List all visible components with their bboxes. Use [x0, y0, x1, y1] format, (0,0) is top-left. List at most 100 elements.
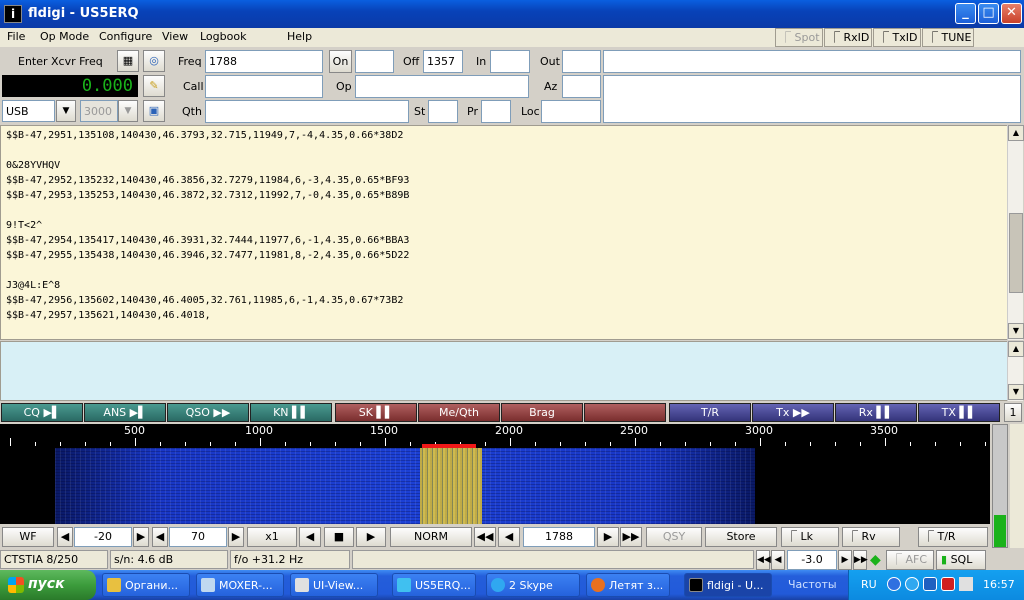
menu-help[interactable]: Help: [287, 30, 312, 43]
tx-scroll-up-icon[interactable]: ▲: [1008, 341, 1024, 357]
speaker-icon[interactable]: [959, 577, 973, 591]
minimize-button[interactable]: _: [955, 3, 976, 24]
tune-toggle[interactable]: ⎾ TUNE: [922, 28, 974, 47]
menu-configure[interactable]: Configure: [99, 30, 152, 43]
task-firefox[interactable]: Летят з...: [586, 573, 670, 597]
macro-sk-button[interactable]: SK ▌▌: [335, 403, 417, 422]
freq-up-icon[interactable]: ▶: [597, 527, 619, 547]
scroll-right-icon[interactable]: ▶: [356, 527, 386, 547]
macro-tx-button[interactable]: Tx ▶▶: [752, 403, 834, 422]
province-field[interactable]: [481, 100, 511, 123]
scroll-up-icon[interactable]: ▲: [1008, 125, 1024, 141]
wf-mode-button[interactable]: WF: [2, 527, 54, 547]
freq-fast-down-icon[interactable]: ◀◀: [474, 527, 496, 547]
menu-file[interactable]: File: [7, 30, 25, 43]
range-increase-icon[interactable]: ▶: [228, 527, 244, 547]
lock-toggle[interactable]: ⎾ Lk: [781, 527, 839, 547]
macro-empty-button[interactable]: [584, 403, 666, 422]
mode-dropdown-chevron-icon[interactable]: ▼: [56, 100, 76, 122]
task-uiview[interactable]: UI-View...: [290, 573, 378, 597]
reverse-toggle[interactable]: ⎾ Rv: [842, 527, 900, 547]
off-time-field[interactable]: 1357: [423, 50, 463, 73]
network-icon[interactable]: [887, 577, 901, 591]
range-decrease-icon[interactable]: ◀: [152, 527, 168, 547]
scroll-left-icon[interactable]: ◀: [299, 527, 321, 547]
qsy-button[interactable]: QSY: [646, 527, 702, 547]
on-time-button[interactable]: On: [329, 50, 352, 73]
carrier-freq-field[interactable]: 1788: [523, 527, 595, 547]
ref-level-field[interactable]: -20: [74, 527, 132, 547]
menu-view[interactable]: View: [162, 30, 188, 43]
task-moxer[interactable]: MOXER-...: [196, 573, 284, 597]
macro-rx-button[interactable]: Rx ▌▌: [835, 403, 917, 422]
state-field[interactable]: [428, 100, 458, 123]
bandwidth-dropdown-chevron-icon[interactable]: ▼: [118, 100, 138, 122]
language-indicator[interactable]: RU: [861, 578, 877, 591]
scroll-down-icon[interactable]: ▼: [1008, 323, 1024, 339]
antivirus-tray-icon[interactable]: [941, 577, 955, 591]
task-us5erq[interactable]: US5ERQ...: [392, 573, 476, 597]
ref-decrease-icon[interactable]: ◀: [57, 527, 73, 547]
sql-fast-up-icon[interactable]: ▶▶: [853, 550, 868, 570]
on-time-field[interactable]: [355, 50, 394, 73]
freq-down-icon[interactable]: ◀: [498, 527, 520, 547]
rxid-toggle[interactable]: ⎾ RxID: [824, 28, 872, 47]
task-skype[interactable]: 2 Skype: [486, 573, 580, 597]
task-fldigi[interactable]: fldigi - U...: [684, 573, 772, 597]
ref-increase-icon[interactable]: ▶: [133, 527, 149, 547]
macro-brag-button[interactable]: Brag: [501, 403, 583, 422]
menu-op-mode[interactable]: Op Mode: [40, 30, 89, 43]
macro-page-button[interactable]: 1: [1004, 403, 1022, 422]
center-stop-icon[interactable]: ■: [324, 527, 354, 547]
qth-field[interactable]: [205, 100, 409, 123]
call-field[interactable]: [205, 75, 323, 98]
frequency-display[interactable]: 0.000: [2, 75, 138, 97]
tx-scrollbar[interactable]: ▲ ▼: [1007, 341, 1024, 401]
waterfall-display[interactable]: [0, 448, 990, 524]
sql-down-icon[interactable]: ◀: [771, 550, 785, 570]
rig-icon[interactable]: ◎: [143, 50, 165, 72]
freq-fast-up-icon[interactable]: ▶▶: [620, 527, 642, 547]
store-button[interactable]: Store: [705, 527, 777, 547]
sql-up-icon[interactable]: ▶: [838, 550, 852, 570]
spot-toggle[interactable]: ⎾ Spot: [775, 28, 823, 47]
macro-tr-button[interactable]: T/R: [669, 403, 751, 422]
memory-icon[interactable]: ▦: [117, 50, 139, 72]
menu-logbook[interactable]: Logbook: [200, 30, 246, 43]
maximize-button[interactable]: □: [978, 3, 999, 24]
broom-clear-icon[interactable]: ✎: [143, 75, 165, 97]
macro-cq-button[interactable]: CQ ▶▌: [1, 403, 83, 422]
receive-text-panel[interactable]: $$B-47,2951,135108,140430,46.3793,32.715…: [0, 125, 1008, 340]
transmit-text-panel[interactable]: [0, 341, 1008, 401]
locator-field[interactable]: [541, 100, 601, 123]
sql-fast-down-icon[interactable]: ◀◀: [756, 550, 771, 570]
macro-kn-button[interactable]: KN ▌▌: [250, 403, 332, 422]
task-explorer[interactable]: Органи...: [102, 573, 190, 597]
tr-toggle[interactable]: ⎾ T/R: [918, 527, 988, 547]
macro-txstop-button[interactable]: TX ▌▌: [918, 403, 1000, 422]
sql-toggle[interactable]: ▮ SQL: [936, 550, 986, 570]
mode-select[interactable]: USB: [2, 100, 55, 122]
azimuth-field[interactable]: [562, 75, 601, 98]
op-name-field[interactable]: [355, 75, 529, 98]
range-field[interactable]: 70: [169, 527, 227, 547]
afc-toggle[interactable]: ⎾ AFC: [886, 550, 934, 570]
macro-ans-button[interactable]: ANS ▶▌: [84, 403, 166, 422]
sql-level-field[interactable]: -3.0: [787, 550, 837, 570]
bandwidth-select[interactable]: 3000: [80, 100, 118, 122]
log-comments-field[interactable]: [603, 75, 1021, 123]
z-tray-icon[interactable]: [923, 577, 937, 591]
rx-scrollbar[interactable]: ▲ ▼: [1007, 125, 1024, 340]
txid-toggle[interactable]: ⎾ TxID: [873, 28, 921, 47]
freq-field[interactable]: 1788: [205, 50, 323, 73]
macro-meqth-button[interactable]: Me/Qth: [418, 403, 500, 422]
macro-qso-button[interactable]: QSO ▶▶: [167, 403, 249, 422]
close-button[interactable]: ✕: [1001, 3, 1022, 24]
norm-speed-button[interactable]: NORM: [390, 527, 472, 547]
rst-in-field[interactable]: [490, 50, 530, 73]
start-button[interactable]: пуск: [0, 570, 96, 600]
rst-out-field[interactable]: [562, 50, 601, 73]
save-icon[interactable]: ▣: [143, 100, 165, 122]
frequency-scale[interactable]: 500 1000 1500 2000 2500 3000 3500: [0, 424, 990, 448]
notes-field[interactable]: [603, 50, 1021, 73]
